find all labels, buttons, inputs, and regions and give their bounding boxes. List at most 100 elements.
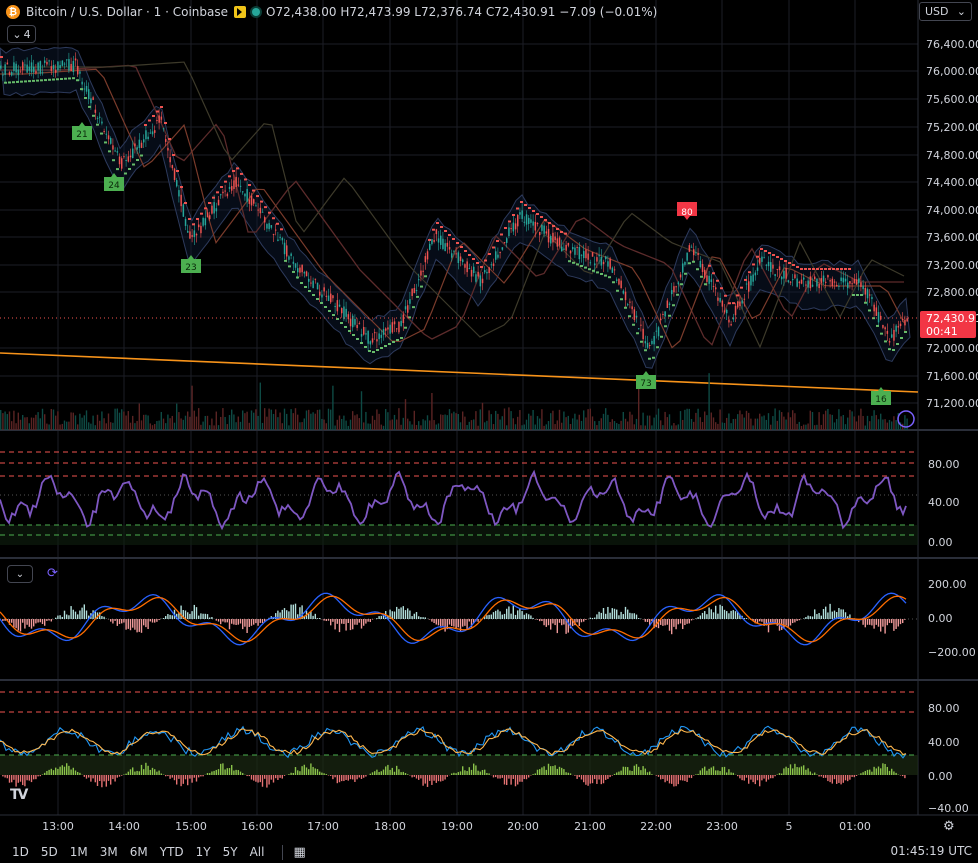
range-6m[interactable]: 6M [124,845,154,859]
volume-bar [391,419,393,430]
candle [814,276,816,280]
volume-bar [517,416,519,430]
candle [90,98,92,104]
macd-histogram-bar [499,611,501,619]
volume-bar [431,392,433,430]
range-1y[interactable]: 1Y [190,845,217,859]
calendar-icon[interactable]: ▦ [282,844,306,860]
macd-histogram-bar [789,619,792,626]
volume-bar [110,422,112,430]
macd-histogram-bar [327,619,330,621]
utc-clock[interactable]: 01:45:19 UTC [891,844,973,858]
supertrend-dot [144,124,147,126]
candle [424,256,427,263]
supertrend-dot [72,77,75,80]
macd-histogram-bar [312,615,314,619]
macd-histogram-bar [433,619,435,624]
macd-histogram-bar [677,619,679,625]
supertrend-dot [296,276,299,279]
pane-collapse-button[interactable]: ⌄ [7,565,33,583]
candle [127,156,130,162]
osc-histogram-bar [536,769,539,775]
range-3m[interactable]: 3M [94,845,124,859]
osc-histogram-bar [765,775,767,782]
candle [222,191,224,194]
supertrend-dot [324,306,327,308]
osc-histogram-bar [598,775,600,780]
volume-bar [877,419,880,430]
chart-canvas[interactable]: 21242380731676,400.0076,000.0075,600.007… [0,0,978,863]
osc-histogram-bar [651,774,653,775]
osc-histogram-bar [904,775,906,779]
supertrend-dot [612,281,615,284]
supertrend-dot [548,222,551,224]
range-5y[interactable]: 5Y [217,845,244,859]
volume-bar [356,414,358,430]
candle [235,176,237,188]
volume-bar [816,424,818,430]
macd-histogram-bar [776,619,778,626]
supertrend-dot [348,330,351,332]
macd-histogram-bar [519,608,521,619]
indicators-toggle-button[interactable]: ⌄ 4 [7,25,36,43]
osc-histogram-bar [677,775,679,785]
volume-bar [825,410,827,430]
volume-bar [475,411,477,430]
osc-histogram-bar [127,771,129,775]
osc-histogram-bar [880,768,882,775]
macd-histogram-bar [363,619,365,626]
volume-bar [239,421,242,430]
volume-bar [206,415,209,430]
candle [261,211,264,213]
candle [547,228,550,243]
volume-bar [497,413,499,430]
volume-bar [105,423,107,430]
range-ytd[interactable]: YTD [154,845,190,859]
osc-histogram-bar [675,775,677,787]
supertrend-dot [796,266,799,268]
range-1m[interactable]: 1M [64,845,94,859]
osc-histogram-bar [35,775,37,780]
symbol-title[interactable]: Bitcoin / U.S. Dollar · 1 · Coinbase [26,5,228,19]
osc-histogram-bar [869,769,871,775]
volume-bar [677,424,679,430]
osc-histogram-bar [701,768,704,775]
osc-histogram-bar [539,769,541,775]
gear-icon[interactable]: ⚙ [943,819,955,834]
candle [213,202,215,214]
range-1d[interactable]: 1D [6,845,35,859]
macd-histogram-bar [358,619,360,623]
candle [169,157,171,163]
sync-icon[interactable]: ⟳ [47,566,58,581]
supertrend-dot [620,298,623,301]
supertrend-dot [232,170,235,172]
macd-histogram-bar [627,609,629,619]
flag-icon[interactable] [234,6,246,18]
candle [360,334,363,337]
candle [708,275,710,284]
volume-bar [90,423,92,430]
volume-bar [523,424,525,430]
candle [763,257,765,259]
macd-histogram-bar [48,619,50,621]
macd-histogram-bar [809,616,811,619]
osc-histogram-bar [28,775,30,781]
volume-bar [393,414,396,430]
price-axis-label: 74,000.00 [926,204,978,217]
range-5d[interactable]: 5D [35,845,64,859]
osc-histogram-bar [312,766,314,775]
range-all[interactable]: All [244,845,271,859]
osc-histogram-bar [611,775,613,776]
volume-bar [215,411,217,430]
macd-histogram-bar [721,606,723,619]
currency-button[interactable]: USD ⌄ [919,2,972,21]
candle [583,251,585,259]
volume-bar [330,409,332,430]
osc-axis-label: −40.00 [928,802,969,815]
supertrend-dot [632,323,635,326]
candle [283,242,286,255]
macd-histogram-bar [734,611,737,619]
volume-bar [264,408,266,430]
osc-histogram-bar [613,773,616,775]
supertrend-dot [180,186,183,188]
